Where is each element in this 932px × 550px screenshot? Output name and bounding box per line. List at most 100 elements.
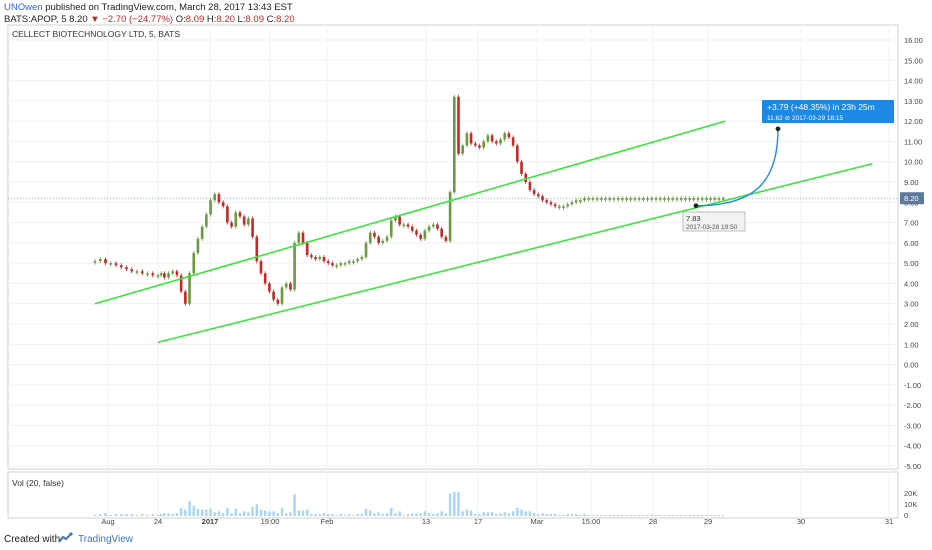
- candle-body: [326, 261, 330, 264]
- volume-bar: [226, 507, 229, 516]
- candle-body: [679, 198, 683, 200]
- volume-bar: [163, 513, 166, 516]
- x-tick-label: 30: [797, 517, 805, 526]
- volume-bar: [675, 515, 679, 516]
- volume-bar: [114, 514, 118, 516]
- volume-bar: [511, 511, 515, 516]
- x-tick-label: 15:00: [582, 517, 601, 526]
- candle-body: [339, 263, 343, 266]
- candle-body: [431, 224, 435, 227]
- last-price-tag-label: 8.20: [904, 194, 919, 203]
- volume-bar: [566, 514, 569, 516]
- candle-body: [398, 216, 401, 225]
- volume-bar: [625, 515, 628, 516]
- candle-body: [335, 265, 338, 267]
- volume-bar: [331, 514, 334, 516]
- price-chart[interactable]: CELLECT BIOTECHNOLOGY LTD, 5, BATS 16.00…: [0, 0, 932, 527]
- volume-bar: [579, 515, 582, 516]
- volume-bar: [104, 513, 107, 516]
- volume-bar: [616, 515, 620, 516]
- volume-bar: [482, 512, 485, 516]
- volume-bar: [406, 514, 410, 516]
- volume-bar: [667, 515, 670, 516]
- volume-bar: [343, 515, 347, 516]
- candle-body: [629, 198, 633, 200]
- volume-bar: [394, 513, 397, 516]
- volume-bar: [621, 515, 624, 516]
- volume-bar: [432, 514, 435, 516]
- tradingview-brand[interactable]: TradingView: [78, 534, 133, 545]
- candle-body: [637, 198, 641, 200]
- main-pane-border: [7, 24, 899, 470]
- x-tick-label: 13: [422, 517, 430, 526]
- y-tick-label: 6.00: [904, 239, 919, 248]
- candle-body: [140, 271, 144, 274]
- y-tick-label: 2.00: [904, 320, 919, 329]
- volume-bar: [457, 492, 460, 516]
- y-tick-label: 13.00: [904, 97, 923, 106]
- volume-bar: [595, 515, 599, 516]
- candle-body: [356, 259, 359, 262]
- candle-body: [621, 198, 624, 200]
- volume-bar: [658, 515, 662, 516]
- candle-body: [499, 139, 502, 144]
- volume-bar: [608, 515, 611, 516]
- volume-bar: [263, 510, 267, 516]
- volume-bar: [230, 513, 233, 516]
- candle-body: [377, 236, 380, 243]
- candle-body: [545, 200, 549, 203]
- channel-lines[interactable]: [94, 120, 873, 344]
- y-tick-label: 4.00: [904, 279, 919, 288]
- candle-body: [402, 224, 406, 227]
- candle-body: [671, 198, 675, 200]
- y-tick-label: 10.00: [904, 158, 923, 167]
- volume-bar: [637, 515, 641, 516]
- volume-bar: [490, 512, 494, 516]
- candle-body: [146, 273, 149, 275]
- candle-body: [159, 273, 163, 276]
- volume-bar: [532, 513, 536, 516]
- volume-bar: [255, 504, 258, 516]
- candle-body: [516, 145, 519, 162]
- volume-bar: [701, 515, 704, 516]
- volume-bar: [99, 514, 102, 516]
- volume-label: Vol (20, false): [12, 478, 64, 488]
- candle-body: [385, 236, 389, 241]
- y-tick-label: -3.00: [904, 421, 921, 430]
- candle-body: [646, 198, 649, 200]
- candle-body: [352, 261, 355, 263]
- volume-bar: [327, 514, 330, 516]
- candle-body: [205, 214, 208, 227]
- candle-body: [410, 226, 414, 231]
- volume-bar: [600, 515, 603, 516]
- volume-bar: [130, 514, 133, 516]
- volume-bar: [646, 515, 649, 516]
- volume-bar: [453, 492, 456, 516]
- candle-body: [511, 137, 515, 146]
- volume-bar: [461, 511, 464, 516]
- volume-bar: [385, 513, 389, 516]
- volume-bar: [360, 514, 364, 516]
- candle-body: [692, 198, 696, 200]
- candle-body: [595, 198, 599, 200]
- candle-body: [696, 198, 700, 200]
- point-label-value: 7.83: [686, 214, 701, 223]
- projection-end-point: [775, 126, 781, 132]
- candle-body: [301, 232, 305, 243]
- candle-body: [473, 143, 477, 146]
- volume-bar: [141, 514, 144, 516]
- volume-bar: [591, 515, 595, 516]
- candle-body: [109, 263, 113, 265]
- projection-label: +3.79 (+48.35%) in 23h 25m: [767, 102, 875, 112]
- volume-bar: [352, 515, 355, 516]
- candle-body: [612, 198, 616, 200]
- candle-body: [263, 273, 267, 284]
- y-tick-label: 11.00: [904, 137, 922, 146]
- candle-body: [448, 192, 452, 241]
- x-tick-label: Mar: [531, 517, 544, 526]
- volume-bar: [314, 514, 317, 516]
- candle-body: [705, 198, 708, 200]
- candle-body: [457, 96, 460, 154]
- volume-bar: [474, 514, 477, 516]
- volume-bar: [587, 515, 590, 516]
